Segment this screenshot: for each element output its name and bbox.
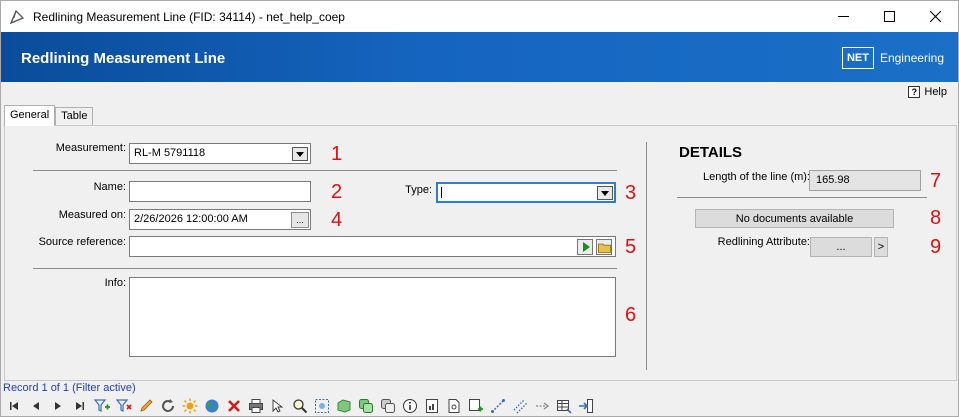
- details-heading: DETAILS: [679, 144, 743, 161]
- info-textarea[interactable]: [129, 277, 616, 357]
- length-label: Length of the line (m):: [702, 171, 810, 183]
- close-icon: [929, 11, 941, 22]
- marker-4: 4: [331, 209, 343, 231]
- type-combo[interactable]: [436, 182, 616, 203]
- separator: [677, 197, 927, 198]
- document-icon[interactable]: [445, 397, 463, 415]
- maximize-button[interactable]: [866, 1, 912, 32]
- measured-on-field[interactable]: 2/26/2026 12:00:00 AM: [129, 209, 311, 230]
- marker-7: 7: [930, 170, 942, 192]
- open-source-button[interactable]: [577, 239, 593, 255]
- type-dropdown-icon[interactable]: [597, 186, 613, 200]
- report-icon[interactable]: [423, 397, 441, 415]
- brand-box: NET: [841, 47, 874, 69]
- brand-text: Engineering: [879, 51, 944, 65]
- export-icon[interactable]: [577, 397, 595, 415]
- help-icon: ?: [908, 86, 921, 98]
- add-document-icon[interactable]: [467, 397, 485, 415]
- minimize-button[interactable]: [820, 1, 866, 32]
- measure-icon[interactable]: [489, 397, 507, 415]
- paste-icon[interactable]: [379, 397, 397, 415]
- brand-logo: NET Engineering: [841, 45, 944, 71]
- marker-6: 6: [625, 304, 637, 326]
- bottom-toolbar: [5, 397, 599, 415]
- measurement-value: RL-M 5791118: [134, 147, 206, 159]
- help-button[interactable]: ? Help: [908, 86, 947, 98]
- next-record-icon[interactable]: [49, 397, 67, 415]
- source-reference-field[interactable]: [129, 236, 616, 257]
- header-title: Redlining Measurement Line: [21, 50, 226, 67]
- type-label: Type:: [405, 184, 432, 196]
- globe-icon[interactable]: [203, 397, 221, 415]
- info-icon[interactable]: [401, 397, 419, 415]
- source-reference-label: Source reference:: [38, 236, 126, 248]
- print-icon[interactable]: [247, 397, 265, 415]
- marker-9: 9: [930, 236, 942, 258]
- minimize-icon: [837, 16, 849, 17]
- general-panel: Measurement: RL-M 5791118 1 Name: 2 Type…: [4, 125, 957, 381]
- layer-icon[interactable]: [335, 397, 353, 415]
- tab-strip: General Table: [4, 105, 94, 126]
- connect-icon[interactable]: [533, 397, 551, 415]
- name-field[interactable]: [129, 181, 311, 202]
- measurement-dropdown-icon[interactable]: [292, 147, 308, 161]
- marker-1: 1: [331, 143, 343, 165]
- highlight-icon[interactable]: [181, 397, 199, 415]
- text-cursor: [441, 186, 442, 198]
- remove-filter-icon[interactable]: [115, 397, 133, 415]
- maximize-icon: [883, 11, 895, 22]
- header-banner: Redlining Measurement Line NET Engineeri…: [1, 32, 958, 82]
- redlining-attribute-label: Redlining Attribute:: [717, 236, 810, 248]
- app-icon: [9, 9, 25, 25]
- length-field: 165.98: [809, 170, 921, 191]
- dialog-window: Redlining Measurement Line (FID: 34114) …: [0, 0, 959, 417]
- record-status: Record 1 of 1 (Filter active): [3, 382, 136, 394]
- zoom-icon[interactable]: [291, 397, 309, 415]
- window-title: Redlining Measurement Line (FID: 34114) …: [33, 10, 345, 24]
- separator: [33, 268, 617, 269]
- name-label: Name:: [93, 181, 126, 193]
- vertical-divider: [646, 142, 647, 370]
- measured-on-value: 2/26/2026 12:00:00 AM: [134, 213, 248, 225]
- copy-icon[interactable]: [357, 397, 375, 415]
- title-bar: Redlining Measurement Line (FID: 34114) …: [1, 1, 958, 32]
- help-label: Help: [924, 86, 947, 98]
- documents-button[interactable]: No documents available: [695, 209, 894, 228]
- first-record-icon[interactable]: [5, 397, 23, 415]
- previous-record-icon[interactable]: [27, 397, 45, 415]
- folder-icon: [597, 243, 611, 253]
- redlining-next-button[interactable]: >: [874, 237, 888, 257]
- marker-3: 3: [625, 182, 637, 204]
- date-picker-button[interactable]: ...: [291, 212, 309, 228]
- close-button[interactable]: [912, 1, 958, 32]
- table-icon[interactable]: [555, 397, 573, 415]
- info-label: Info:: [104, 277, 126, 289]
- marker-5: 5: [625, 236, 637, 258]
- measurement-label: Measurement:: [55, 142, 126, 154]
- marker-8: 8: [930, 207, 942, 229]
- measurement-combo[interactable]: RL-M 5791118: [129, 143, 311, 164]
- marker-2: 2: [331, 181, 343, 203]
- separator: [33, 170, 617, 171]
- browse-folder-button[interactable]: [596, 239, 612, 255]
- length-value: 165.98: [816, 174, 850, 186]
- select-icon[interactable]: [269, 397, 287, 415]
- last-record-icon[interactable]: [71, 397, 89, 415]
- measure-alt-icon[interactable]: [511, 397, 529, 415]
- tab-general[interactable]: General: [4, 105, 56, 126]
- add-filter-icon[interactable]: [93, 397, 111, 415]
- tab-table[interactable]: Table: [55, 107, 94, 125]
- refresh-icon[interactable]: [159, 397, 177, 415]
- measured-on-label: Measured on:: [58, 209, 126, 221]
- delete-icon[interactable]: [225, 397, 243, 415]
- redlining-attribute-button[interactable]: ...: [810, 237, 872, 257]
- edit-icon[interactable]: [137, 397, 155, 415]
- zoom-extent-icon[interactable]: [313, 397, 331, 415]
